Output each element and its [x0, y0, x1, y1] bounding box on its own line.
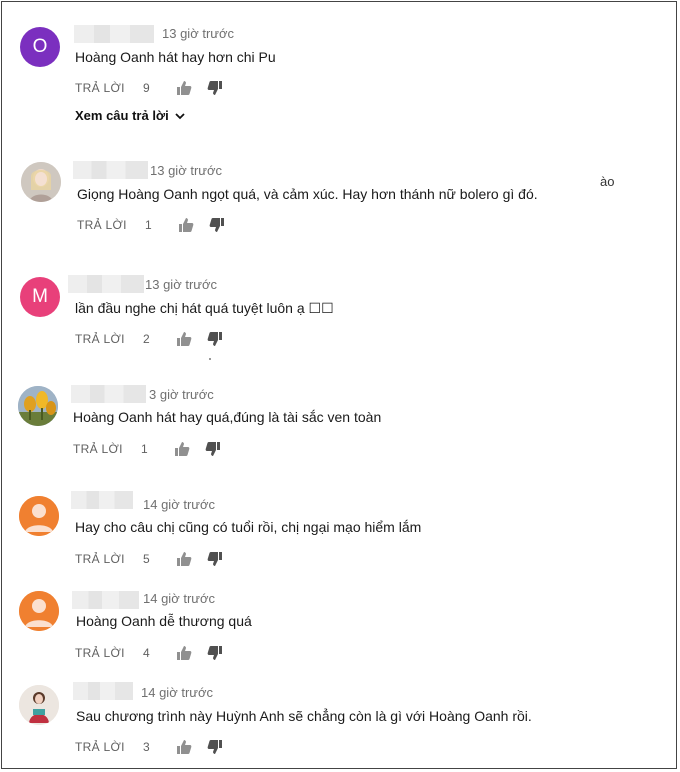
like-icon[interactable]: [176, 551, 192, 567]
chevron-down-icon: [175, 108, 185, 123]
comment-actions: TRẢ LỜI 3: [75, 738, 275, 756]
comment-text: Sau chương trình này Huỳnh Anh sẽ chẳng …: [76, 708, 532, 724]
comment-text: lần đầu nghe chị hát quá tuyệt luôn ạ ☐☐: [75, 300, 334, 316]
comment-time[interactable]: 13 giờ trước: [145, 277, 217, 292]
artifact-dot: [209, 358, 211, 360]
comment-time[interactable]: 14 giờ trước: [141, 685, 213, 700]
like-icon[interactable]: [174, 441, 190, 457]
comment-actions: TRẢ LỜI 1: [77, 216, 277, 234]
avatar[interactable]: [18, 386, 58, 426]
reply-button[interactable]: TRẢ LỜI: [75, 646, 125, 660]
comment-time[interactable]: 13 giờ trước: [150, 163, 222, 178]
comment-text: Hay cho câu chị cũng có tuổi rồi, chị ng…: [75, 519, 422, 535]
author-name-blurred[interactable]: [71, 491, 133, 509]
dislike-icon[interactable]: [207, 739, 223, 755]
comment-text: Hoàng Oanh hát hay hơn chi Pu: [75, 49, 276, 65]
dislike-icon[interactable]: [209, 217, 225, 233]
author-name-blurred[interactable]: [74, 25, 154, 43]
reply-button[interactable]: TRẢ LỜI: [77, 218, 127, 232]
comments-panel: O 13 giờ trước Hoàng Oanh hát hay hơn ch…: [1, 1, 677, 769]
comment-time[interactable]: 3 giờ trước: [149, 387, 214, 402]
reply-button[interactable]: TRẢ LỜI: [75, 81, 125, 95]
comment-actions: TRẢ LỜI 2: [75, 330, 275, 348]
like-icon[interactable]: [176, 645, 192, 661]
reply-button[interactable]: TRẢ LỜI: [75, 552, 125, 566]
like-icon[interactable]: [176, 80, 192, 96]
comment-actions: TRẢ LỜI 5: [75, 550, 275, 568]
like-count: 1: [141, 442, 148, 456]
author-name-blurred[interactable]: [73, 161, 148, 179]
comment-text: Hoàng Oanh hát hay quá,đúng là tài sắc v…: [73, 409, 382, 425]
dislike-icon[interactable]: [205, 441, 221, 457]
author-name-blurred[interactable]: [68, 275, 144, 293]
like-count: 3: [143, 740, 150, 754]
comment-text: Hoàng Oanh dễ thương quá: [76, 613, 252, 629]
avatar[interactable]: O: [20, 27, 60, 67]
dislike-icon[interactable]: [207, 80, 223, 96]
avatar[interactable]: [21, 162, 61, 202]
dislike-icon[interactable]: [207, 645, 223, 661]
view-replies-label: Xem câu trả lời: [75, 108, 169, 123]
comment-actions: TRẢ LỜI 1: [73, 440, 273, 458]
avatar[interactable]: [19, 685, 59, 725]
reply-button[interactable]: TRẢ LỜI: [75, 740, 125, 754]
avatar[interactable]: M: [20, 277, 60, 317]
like-icon[interactable]: [176, 739, 192, 755]
view-replies-button[interactable]: Xem câu trả lời: [75, 108, 185, 123]
like-count: 9: [143, 81, 150, 95]
author-name-blurred[interactable]: [71, 385, 146, 403]
comment-text: Giọng Hoàng Oanh ngọt quá, và cảm xúc. H…: [77, 186, 538, 202]
comment-actions: TRẢ LỜI 9: [75, 79, 275, 97]
like-count: 4: [143, 646, 150, 660]
like-count: 1: [145, 218, 152, 232]
dislike-icon[interactable]: [207, 331, 223, 347]
dislike-icon[interactable]: [207, 551, 223, 567]
clipped-text-fragment: ào: [600, 174, 615, 189]
like-icon[interactable]: [178, 217, 194, 233]
avatar[interactable]: [19, 496, 59, 536]
like-count: 2: [143, 332, 150, 346]
reply-button[interactable]: TRẢ LỜI: [73, 442, 123, 456]
like-count: 5: [143, 552, 150, 566]
comment-actions: TRẢ LỜI 4: [75, 644, 275, 662]
author-name-blurred[interactable]: [73, 682, 133, 700]
like-icon[interactable]: [176, 331, 192, 347]
comment-time[interactable]: 14 giờ trước: [143, 591, 215, 606]
avatar[interactable]: [19, 591, 59, 631]
comment-time[interactable]: 14 giờ trước: [143, 497, 215, 512]
author-name-blurred[interactable]: [72, 591, 139, 609]
comment-time[interactable]: 13 giờ trước: [162, 26, 234, 41]
reply-button[interactable]: TRẢ LỜI: [75, 332, 125, 346]
